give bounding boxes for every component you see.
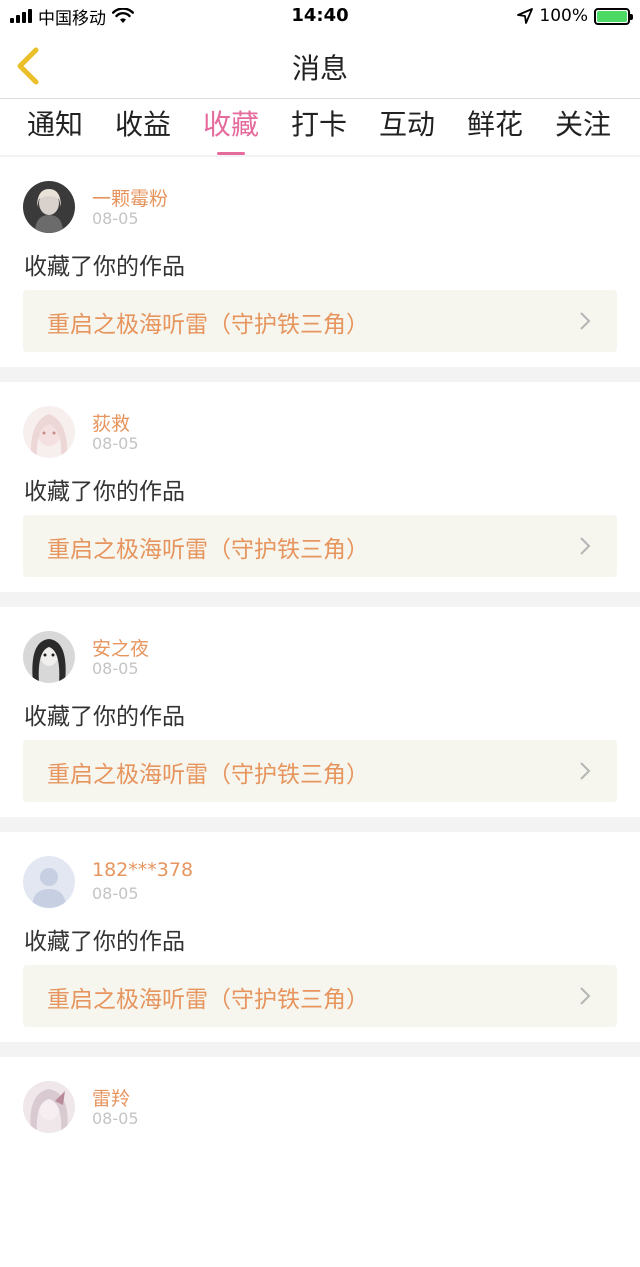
avatar[interactable] — [23, 181, 75, 233]
work-link[interactable]: 重启之极海听雷（守护铁三角） — [23, 740, 617, 802]
chevron-right-icon — [580, 312, 591, 330]
tab-checkin[interactable]: 打卡 — [291, 103, 347, 143]
work-title: 重启之极海听雷（守护铁三角） — [47, 987, 369, 1013]
status-right: 100% — [517, 5, 633, 27]
action-text: 收藏了你的作品 — [24, 929, 185, 955]
tab-bar: 通知 收益 收藏 打卡 互动 鲜花 关注 — [0, 99, 640, 155]
message-item: 雷羚 08-05 — [0, 1057, 640, 1267]
battery-icon — [594, 7, 633, 25]
message-date: 08-05 — [92, 434, 139, 453]
work-title: 重启之极海听雷（守护铁三角） — [47, 312, 369, 338]
work-title: 重启之极海听雷（守护铁三角） — [47, 762, 369, 788]
tab-earnings[interactable]: 收益 — [115, 103, 171, 143]
action-text: 收藏了你的作品 — [24, 254, 185, 280]
avatar[interactable] — [23, 631, 75, 683]
user-name[interactable]: 雷羚 — [92, 1084, 130, 1111]
message-date: 08-05 — [92, 209, 139, 228]
message-item: 安之夜 08-05 收藏了你的作品 重启之极海听雷（守护铁三角） — [0, 607, 640, 817]
action-text: 收藏了你的作品 — [24, 479, 185, 505]
tab-favorites[interactable]: 收藏 — [203, 103, 259, 155]
message-date: 08-05 — [92, 659, 139, 678]
message-item: 荻救 08-05 收藏了你的作品 重启之极海听雷（守护铁三角） — [0, 382, 640, 592]
work-link[interactable]: 重启之极海听雷（守护铁三角） — [23, 965, 617, 1027]
user-name[interactable]: 荻救 — [92, 409, 130, 436]
user-name[interactable]: 安之夜 — [92, 634, 149, 661]
tab-flowers[interactable]: 鲜花 — [467, 103, 523, 143]
location-arrow-icon — [517, 8, 534, 24]
nav-bar: 消息 — [0, 32, 640, 99]
avatar[interactable] — [23, 1081, 75, 1133]
work-link[interactable]: 重启之极海听雷（守护铁三角） — [23, 290, 617, 352]
battery-percent: 100% — [539, 6, 588, 26]
message-date: 08-05 — [92, 1109, 139, 1128]
default-avatar-icon[interactable] — [23, 856, 75, 908]
work-title: 重启之极海听雷（守护铁三角） — [47, 537, 369, 563]
avatar[interactable] — [23, 406, 75, 458]
action-text: 收藏了你的作品 — [24, 704, 185, 730]
status-bar: 中国移动 14:40 100% — [0, 0, 640, 32]
user-name[interactable]: 182***378 — [92, 859, 193, 881]
tab-interaction[interactable]: 互动 — [379, 103, 435, 143]
page-title: 消息 — [291, 52, 348, 85]
message-item: 182***378 08-05 收藏了你的作品 重启之极海听雷（守护铁三角） — [0, 832, 640, 1042]
chevron-right-icon — [580, 762, 591, 780]
work-link[interactable]: 重启之极海听雷（守护铁三角） — [23, 515, 617, 577]
chevron-right-icon — [580, 537, 591, 555]
message-date: 08-05 — [92, 884, 139, 903]
chevron-right-icon — [580, 987, 591, 1005]
tab-following[interactable]: 关注 — [555, 103, 611, 143]
message-item: 一颗霉粉 08-05 收藏了你的作品 重启之极海听雷（守护铁三角） — [0, 157, 640, 367]
tab-notifications[interactable]: 通知 — [27, 103, 83, 143]
active-tab-indicator — [217, 152, 246, 155]
user-name[interactable]: 一颗霉粉 — [92, 184, 168, 211]
